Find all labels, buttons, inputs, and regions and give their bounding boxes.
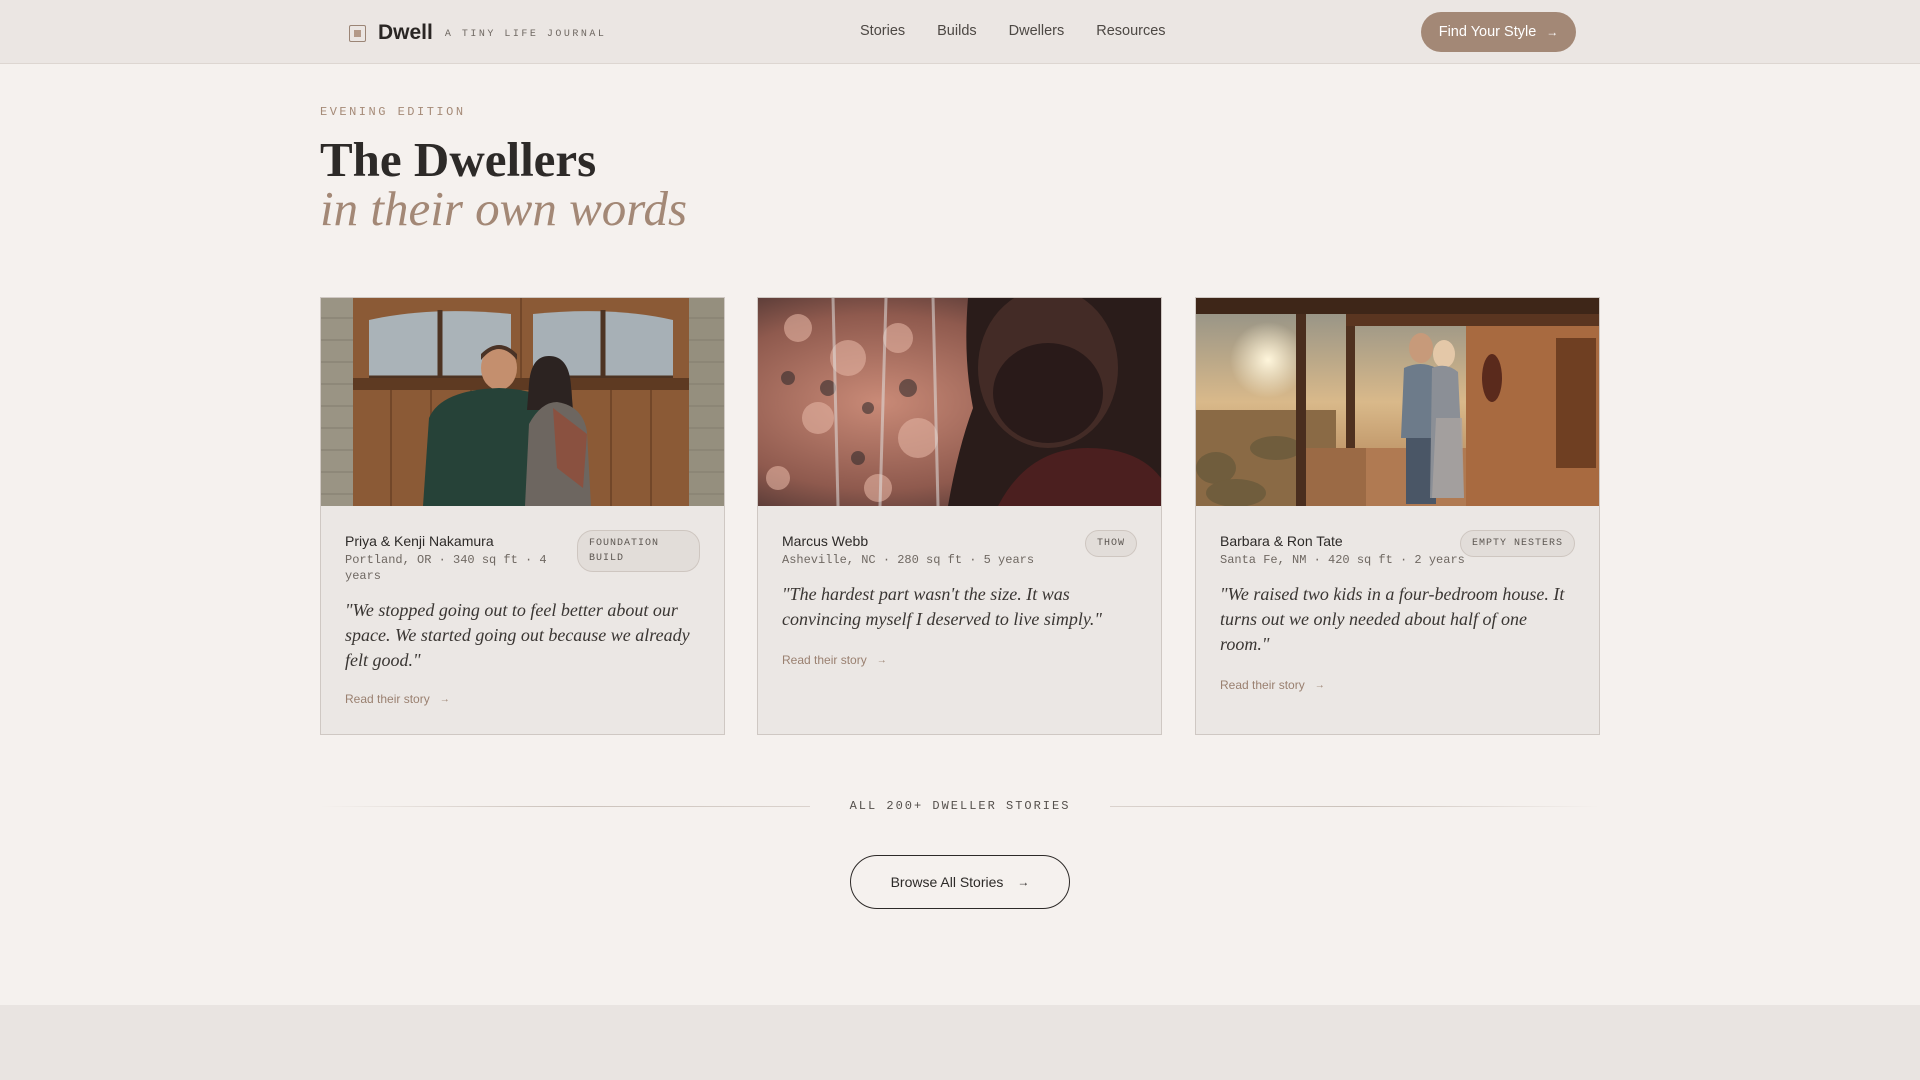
find-your-style-button[interactable]: Find Your Style → <box>1421 12 1576 52</box>
arrow-right-icon: → <box>876 654 887 666</box>
read-story-link[interactable]: Read their story → <box>782 653 887 667</box>
arrow-right-icon: → <box>1546 25 1559 39</box>
dweller-photo <box>321 298 724 506</box>
page-subtitle: in their own words <box>320 181 688 236</box>
brand-logo[interactable]: Dwell A TINY LIFE JOURNAL <box>349 21 606 45</box>
site-header: Dwell A TINY LIFE JOURNAL Stories Builds… <box>0 0 1920 64</box>
dweller-card[interactable]: Priya & Kenji Nakamura Portland, OR · 34… <box>320 297 725 735</box>
edition-eyebrow: EVENING EDITION <box>320 105 466 119</box>
footer-band <box>0 1005 1920 1080</box>
stories-count-label: ALL 200+ DWELLER STORIES <box>849 799 1071 813</box>
dweller-card[interactable]: Marcus Webb Asheville, NC · 280 sq ft · … <box>757 297 1162 735</box>
nav-link-stories[interactable]: Stories <box>860 23 905 39</box>
dweller-photo <box>758 298 1161 506</box>
read-story-label: Read their story <box>782 653 867 667</box>
arrow-right-icon: → <box>1314 679 1325 691</box>
read-story-link[interactable]: Read their story → <box>1220 678 1325 692</box>
brand-tagline: A TINY LIFE JOURNAL <box>444 28 607 40</box>
nav-link-builds[interactable]: Builds <box>937 23 977 39</box>
dweller-name: Priya & Kenji Nakamura <box>345 533 494 549</box>
brand-name: Dwell <box>378 21 433 44</box>
dweller-name: Marcus Webb <box>782 533 869 549</box>
dweller-meta: Portland, OR · 340 sq ft · 4 years <box>345 553 547 583</box>
browse-label: Browse All Stories <box>890 874 1004 890</box>
dweller-quote: "We raised two kids in a four-bedroom ho… <box>1220 584 1565 654</box>
browse-all-stories-button[interactable]: Browse All Stories → <box>850 855 1070 909</box>
dweller-name: Barbara & Ron Tate <box>1220 533 1343 549</box>
dweller-meta: Santa Fe, NM · 420 sq ft · 2 years <box>1220 553 1465 567</box>
dweller-meta: Asheville, NC · 280 sq ft · 5 years <box>782 553 1035 567</box>
arrow-right-icon: → <box>439 693 450 705</box>
main-nav: Stories Builds Dwellers Resources <box>860 23 1198 39</box>
nav-link-dwellers[interactable]: Dwellers <box>1009 23 1065 39</box>
arrow-right-icon: → <box>1017 875 1030 889</box>
category-badge: FOUNDATION BUILD <box>577 530 700 572</box>
dweller-card[interactable]: Barbara & Ron Tate Santa Fe, NM · 420 sq… <box>1195 297 1600 735</box>
dweller-photo <box>1196 298 1599 506</box>
read-story-label: Read their story <box>1220 678 1305 692</box>
dweller-quote: "The hardest part wasn't the size. It wa… <box>782 584 1102 629</box>
page-title: The Dwellers <box>320 132 597 187</box>
category-badge: EMPTY NESTERS <box>1459 530 1575 557</box>
cta-label: Find Your Style <box>1438 24 1537 40</box>
category-badge: THOW <box>1084 530 1137 557</box>
house-icon <box>349 24 366 42</box>
read-story-label: Read their story <box>345 692 430 706</box>
nav-link-resources[interactable]: Resources <box>1096 23 1165 39</box>
read-story-link[interactable]: Read their story → <box>345 692 450 706</box>
dweller-quote: "We stopped going out to feel better abo… <box>345 600 690 670</box>
